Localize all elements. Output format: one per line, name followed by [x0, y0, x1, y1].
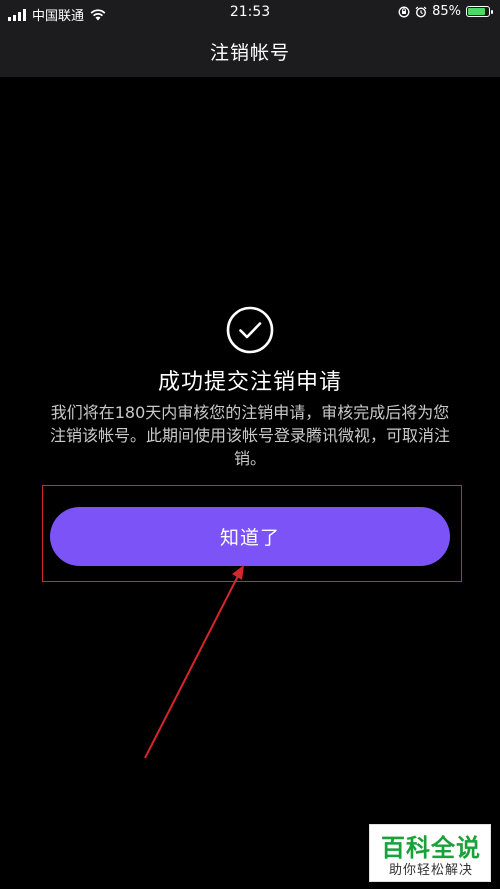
battery-fill [468, 8, 485, 15]
success-description: 我们将在180天内审核您的注销申请，审核完成后将为您注销该帐号。此期间使用该帐号… [50, 403, 451, 468]
screen: 中国联通 21:53 85% 注销帐号 成功提交注销申请 我们将在180天内审核… [0, 0, 500, 889]
alarm-icon [415, 6, 427, 18]
watermark-logo: 百科全说 助你轻松解决 [369, 824, 491, 882]
lock-rotation-icon [398, 6, 410, 17]
battery-percent: 85% [432, 4, 461, 19]
battery-icon [466, 6, 493, 17]
status-right: 85% [398, 4, 493, 19]
watermark-subtitle: 助你轻松解决 [388, 863, 473, 878]
confirm-button[interactable]: 知道了 [50, 507, 450, 566]
watermark-title: 百科全说 [381, 834, 481, 862]
nav-bar: 注销帐号 [0, 26, 500, 77]
check-circle-icon [226, 306, 274, 354]
success-title: 成功提交注销申请 [157, 370, 342, 395]
page-title: 注销帐号 [209, 42, 290, 64]
status-bar: 中国联通 21:53 85% [0, 0, 500, 26]
